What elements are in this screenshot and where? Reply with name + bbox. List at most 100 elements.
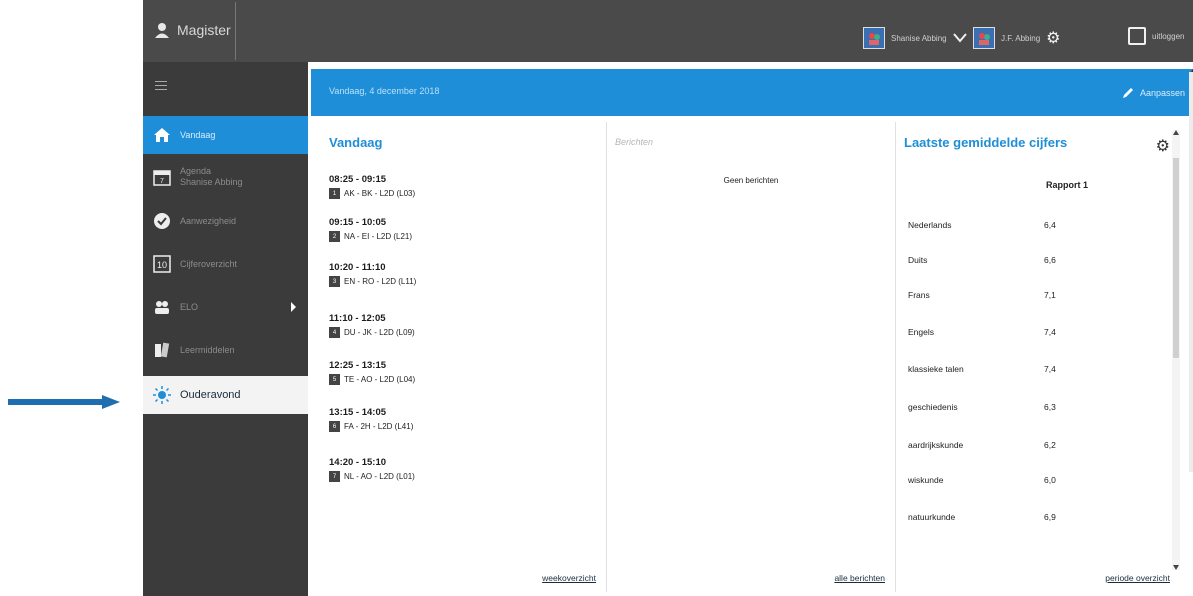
- grade-value: 6,3: [1044, 402, 1056, 412]
- alle-berichten-link[interactable]: alle berichten: [834, 573, 885, 583]
- user-primary-name: Shanise Abbing: [891, 33, 947, 43]
- lightbulb-icon: [152, 385, 172, 405]
- logout-icon: [1128, 27, 1146, 45]
- lesson-hour-badge: 2: [329, 231, 340, 242]
- grades-number: 10: [157, 260, 167, 270]
- lesson-item[interactable]: 13:15 - 14:05 6 FA - 2H - L2D (L41): [329, 407, 413, 432]
- settings-gear-icon[interactable]: ⚙: [1046, 28, 1060, 48]
- grade-subject: wiskunde: [908, 475, 944, 485]
- cijfers-scrollbar[interactable]: [1172, 130, 1180, 570]
- books-icon: [152, 340, 172, 360]
- table-row: klassieke talen 7,4: [908, 364, 1108, 374]
- cijfers-panel: Laatste gemiddelde cijfers ⚙ Rapport 1 N…: [896, 122, 1186, 592]
- magister-logo-icon: [155, 23, 169, 38]
- scroll-down-icon[interactable]: [1173, 565, 1179, 570]
- cijfers-title: Laatste gemiddelde cijfers: [904, 135, 1068, 150]
- lesson-time: 13:15 - 14:05: [329, 407, 387, 418]
- sidebar-item-label: ELO: [180, 302, 199, 312]
- scroll-up-icon[interactable]: [1173, 130, 1179, 135]
- vandaag-panel: Vandaag 08:25 - 09:15 1 AK - BK - L2D (L0…: [321, 122, 607, 592]
- lesson-subject: TE - AO - L2D (L04): [344, 375, 416, 384]
- sidebar-item-cijferoverzicht[interactable]: 10 Cijferoverzicht: [143, 245, 308, 283]
- grade-subject: Engels: [908, 327, 934, 337]
- pencil-icon: [1122, 88, 1133, 98]
- logout-button[interactable]: uitloggen: [1128, 27, 1184, 45]
- lesson-item[interactable]: 09:15 - 10:05 2 NA - EI - L2D (L21): [329, 217, 412, 242]
- sidebar-item-label: Ouderavond: [180, 389, 241, 401]
- avatar-icon: [863, 27, 885, 49]
- sidebar-item-ouderavond[interactable]: Ouderavond: [143, 376, 308, 414]
- lesson-time: 11:10 - 12:05: [329, 313, 386, 324]
- lesson-time: 14:20 - 15:10: [329, 457, 387, 468]
- menu-toggle-icon[interactable]: [155, 81, 167, 91]
- chevron-right-icon: [291, 302, 296, 312]
- sidebar-item-label: Vandaag: [180, 130, 216, 140]
- lesson-subject: AK - BK - L2D (L03): [344, 189, 416, 198]
- grade-value: 6,6: [1044, 255, 1056, 265]
- page-scrollbar[interactable]: [1189, 67, 1193, 472]
- edit-button[interactable]: Aanpassen: [1122, 87, 1185, 99]
- sidebar-item-elo[interactable]: ELO: [143, 288, 308, 326]
- main-content: Vandaag, 4 december 2018 Aanpassen Vanda…: [311, 62, 1193, 596]
- sidebar-item-sublabel: Shanise Abbing: [180, 177, 243, 187]
- agenda-labels: Agenda Shanise Abbing: [180, 166, 243, 188]
- grade-subject: Frans: [908, 290, 930, 300]
- users-icon: [152, 297, 172, 317]
- table-row: natuurkunde 6,9: [908, 512, 1108, 522]
- lesson-item[interactable]: 08:25 - 09:15 1 AK - BK - L2D (L03): [329, 174, 415, 199]
- sidebar-item-aanwezigheid[interactable]: Aanwezigheid: [143, 202, 308, 240]
- chevron-down-icon[interactable]: [952, 30, 967, 46]
- lesson-subject: NA - EI - L2D (L21): [344, 232, 413, 241]
- sidebar-item-vandaag[interactable]: Vandaag: [143, 116, 308, 154]
- lesson-hour-badge: 4: [329, 327, 340, 338]
- grade-value: 7,4: [1044, 364, 1056, 374]
- table-row: geschiedenis 6,3: [908, 402, 1108, 412]
- lesson-item[interactable]: 14:20 - 15:10 7 NL - AO - L2D (L01): [329, 457, 415, 482]
- lesson-time: 09:15 - 10:05: [329, 217, 387, 228]
- lesson-hour-badge: 7: [329, 471, 340, 482]
- vandaag-title: Vandaag: [329, 135, 383, 150]
- page-title: Vandaag, 4 december 2018: [329, 86, 440, 96]
- periode-overzicht-link[interactable]: periode overzicht: [1105, 573, 1170, 583]
- app-logo[interactable]: Magister: [153, 21, 231, 39]
- grade-value: 6,2: [1044, 440, 1056, 450]
- parent-account[interactable]: J.F. Abbing ⚙: [973, 27, 1060, 49]
- logout-label: uitloggen: [1152, 31, 1185, 41]
- grade-value: 6,9: [1044, 512, 1056, 522]
- lesson-time: 10:20 - 11:10: [329, 262, 386, 273]
- user-switcher[interactable]: Shanise Abbing: [863, 27, 967, 49]
- user-secondary-name: J.F. Abbing: [1001, 33, 1041, 43]
- calendar-day: 7: [160, 178, 164, 185]
- main-header: Vandaag, 4 december 2018 Aanpassen: [311, 69, 1193, 116]
- cijfers-settings-gear-icon[interactable]: ⚙: [1156, 136, 1170, 156]
- table-row: aardrijkskunde 6,2: [908, 440, 1108, 450]
- grade-value: 7,1: [1044, 290, 1056, 300]
- grade-value: 6,4: [1044, 220, 1056, 230]
- grade-subject: geschiedenis: [908, 402, 958, 412]
- check-icon: [152, 211, 172, 231]
- lesson-subject: EN - RO - L2D (L11): [344, 277, 417, 286]
- grade-value: 7,4: [1044, 327, 1056, 337]
- table-row: wiskunde 6,0: [908, 475, 1108, 485]
- weekoverzicht-link[interactable]: weekoverzicht: [542, 573, 596, 583]
- sidebar-item-leermiddelen[interactable]: Leermiddelen: [143, 331, 308, 369]
- sidebar-item-agenda[interactable]: 7 Agenda Shanise Abbing: [143, 158, 308, 196]
- magister-app: Magister Shanise Abbing J.F. Abbing ⚙ ui…: [143, 0, 1193, 596]
- app-name: Magister: [177, 22, 231, 38]
- lesson-hour-badge: 1: [329, 188, 340, 199]
- lesson-time: 08:25 - 09:15: [329, 174, 387, 185]
- scroll-thumb[interactable]: [1173, 158, 1179, 358]
- lesson-subject: DU - JK - L2D (L09): [344, 328, 415, 337]
- grade-subject: Duits: [908, 255, 928, 265]
- grade-subject: aardrijkskunde: [908, 440, 964, 450]
- lesson-item[interactable]: 11:10 - 12:05 4 DU - JK - L2D (L09): [329, 313, 415, 338]
- sidebar-item-label: Leermiddelen: [180, 345, 235, 355]
- table-row: Nederlands 6,4: [908, 220, 1108, 230]
- lesson-item[interactable]: 12:25 - 13:15 5 TE - AO - L2D (L04): [329, 360, 415, 385]
- lesson-hour-badge: 6: [329, 421, 340, 432]
- sidebar-item-label: Agenda: [180, 166, 212, 176]
- lesson-item[interactable]: 10:20 - 11:10 3 EN - RO - L2D (L11): [329, 262, 416, 287]
- grade-subject: Nederlands: [908, 220, 952, 230]
- logo-divider: [235, 2, 236, 60]
- grades-icon: 10: [152, 254, 172, 274]
